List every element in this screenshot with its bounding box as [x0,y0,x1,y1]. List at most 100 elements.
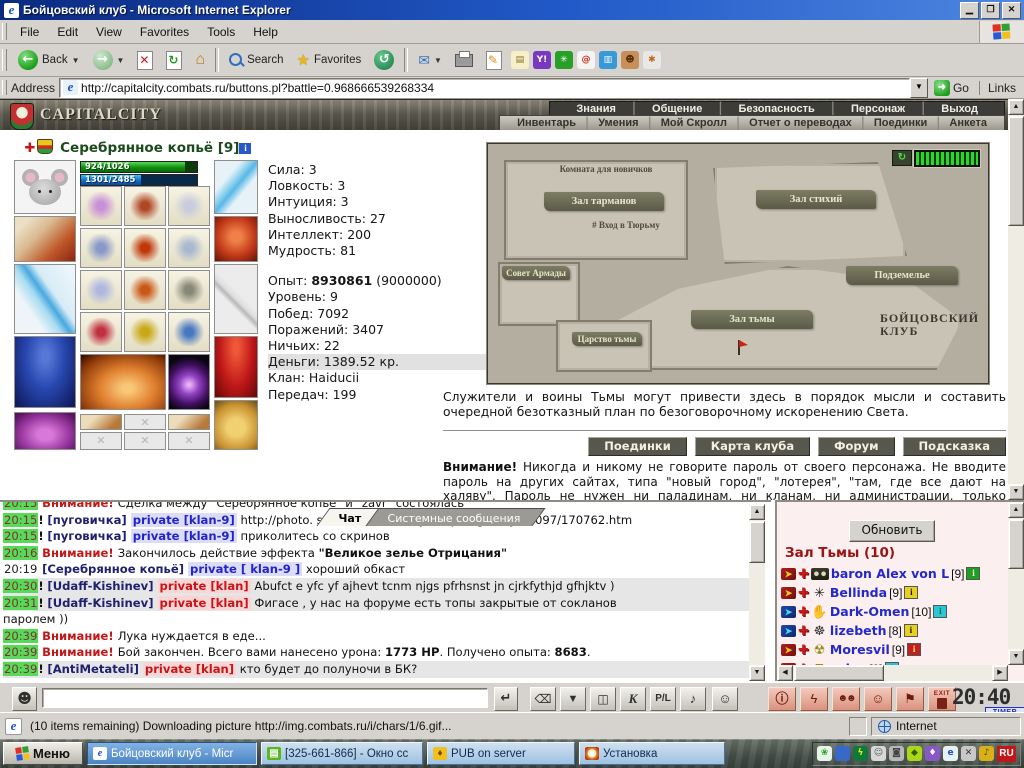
scroll-down-button[interactable]: ▼ [1008,484,1024,500]
send-button[interactable]: ↵ [494,687,518,711]
player-name[interactable]: Moresvil [830,643,890,657]
refresh-players-button[interactable]: Обновить [849,520,935,542]
tray-icon[interactable]: ϟ [853,746,868,761]
chat-input[interactable] [42,688,488,708]
yahoo-plugin-icon[interactable]: Y! [533,51,551,69]
players-icon[interactable]: ☻☻ [832,687,860,711]
info-icon[interactable]: ⓘ [768,687,796,711]
inventory-slot-robe[interactable] [80,354,166,410]
inventory-slot-empty[interactable]: ✕ [168,432,210,450]
chat-sender[interactable]: [Серебрянное копьё] [42,562,188,576]
favorites-button[interactable]: ★Favorites [291,48,368,72]
close-button[interactable]: ✕ [1002,2,1021,19]
filter-icon[interactable]: ▼ [560,687,586,711]
task-pub[interactable]: ♦ PUB on server [427,742,575,765]
avatar[interactable] [14,160,76,214]
address-input[interactable]: e http://capitalcity.combats.ru/buttons.… [59,78,910,98]
menu-view[interactable]: View [87,23,131,41]
search-button[interactable]: Search [223,50,289,70]
forum-button[interactable]: Форум [818,437,894,456]
start-button[interactable]: Меню [3,742,83,765]
menu-favorites[interactable]: Favorites [131,23,198,41]
tray-icon[interactable]: ♦ [925,746,940,761]
back-button[interactable]: ← Back▼ [12,47,86,73]
icq-plugin-icon[interactable]: ✳ [555,51,573,69]
inventory-slot-scroll[interactable] [124,186,166,226]
tab-system-messages[interactable]: Системные сообщения [366,508,546,526]
tray-icon[interactable]: ♪ [979,746,994,761]
player-info-icon[interactable]: i [907,643,921,656]
chat-scrollbar[interactable]: ▲ ▼ [749,504,765,681]
menu-help[interactable]: Help [244,23,287,41]
language-indicator[interactable]: RU [997,746,1016,762]
inventory-slot-fan[interactable] [80,414,122,430]
chat-sender[interactable]: [Udaff-Kishinev] [47,596,157,610]
mail-plugin-icon[interactable]: @ [577,51,595,69]
menu-file[interactable]: File [11,23,48,41]
map-label-dark-realm[interactable]: Царство тьмы [572,332,642,346]
scrollbar-thumb[interactable] [749,521,765,563]
clan-icon[interactable] [37,139,53,154]
map-room-dark-realm[interactable] [556,320,652,372]
toolbar-grip[interactable] [2,80,7,95]
running-man-icon[interactable]: K [620,687,646,711]
nav-anketa[interactable]: Анкета [940,117,996,130]
scroll-up-button[interactable]: ▲ [749,504,765,520]
player-name[interactable]: Bellinda [830,586,887,600]
attack-icon[interactable]: ϟ [800,687,828,711]
panel-hscrollbar[interactable]: ◀ ▶ [777,665,1008,681]
scrollbar-thumb[interactable] [794,665,884,681]
tray-icon[interactable]: ❀ [817,746,832,761]
inventory-slot-skirt[interactable] [214,336,258,398]
inventory-slot-scroll[interactable] [124,312,166,352]
map-label-dungeon[interactable]: Подземелье [846,266,958,285]
inventory-slot-scroll[interactable] [124,228,166,268]
player-name[interactable]: baron Alex von L [831,567,949,581]
transfer-arrow-icon[interactable]: ➤ [781,606,796,618]
inventory-slot-gloves[interactable] [214,216,258,262]
inventory-slot-claws[interactable] [14,216,76,262]
nav-perevody[interactable]: Отчет о переводах [740,117,861,130]
map-label-armada-council[interactable]: Совет Армады [502,266,570,280]
player-name[interactable]: lizebeth [830,624,887,638]
scroll-down-button[interactable]: ▼ [749,665,765,681]
pl-toggle-icon[interactable]: P/L [650,687,676,711]
map-room-elements[interactable] [713,162,907,264]
edit-button[interactable]: ✎ [480,48,508,73]
inventory-slot-scroll[interactable] [168,186,210,226]
chat-sender[interactable]: [AntiMetateli] [47,662,143,676]
inventory-slot-fan[interactable] [168,414,210,430]
restore-button[interactable]: ❐ [981,2,1000,19]
inventory-slot-scroll[interactable] [80,270,122,310]
links-label[interactable]: Links [979,81,1024,95]
panel-vscrollbar[interactable]: ▲ ▼ [1008,502,1024,665]
inventory-slot-empty[interactable]: ✕ [124,432,166,450]
inventory-slot-scroll[interactable] [168,270,210,310]
map-label-elements-hall[interactable]: Зал стихий [756,190,876,209]
player-info-icon[interactable]: i [933,605,947,618]
page-scrollbar[interactable]: ▲ ▼ [1008,99,1024,500]
clan-flag-icon[interactable]: ⚑ [896,687,924,711]
tray-icon[interactable] [835,746,850,761]
hint-button[interactable]: Подсказка [903,437,1006,456]
map-label-dark-hall[interactable]: Зал тьмы [691,310,813,329]
duels-button[interactable]: Поединки [588,437,686,456]
sound-icon[interactable]: ♪ [680,687,706,711]
menu-tools[interactable]: Tools [198,23,244,41]
transfer-arrow-icon[interactable]: ➤ [781,625,796,637]
tray-icon[interactable]: ◙ [889,746,904,761]
smiley-icon[interactable]: ☺ [712,687,738,711]
print-button[interactable] [449,51,479,70]
scroll-left-button[interactable]: ◀ [777,665,793,681]
club-map-button[interactable]: Карта клуба [695,437,810,456]
inventory-slot-ice-spear[interactable] [14,264,76,334]
go-button[interactable]: ➜Go [928,79,975,97]
task-setup[interactable]: ◉ Установка [579,742,725,765]
misc-plugin-icon[interactable]: ✱ [643,51,661,69]
inventory-slot-cloak[interactable] [14,336,76,408]
nav-znaniya[interactable]: Знания [560,103,631,116]
scrollbar-thumb[interactable] [1008,116,1024,226]
player-name[interactable]: Dark-Omen [830,605,910,619]
chat-sender[interactable]: [пуговичка] [47,513,130,527]
inventory-slot-scroll[interactable] [80,186,122,226]
